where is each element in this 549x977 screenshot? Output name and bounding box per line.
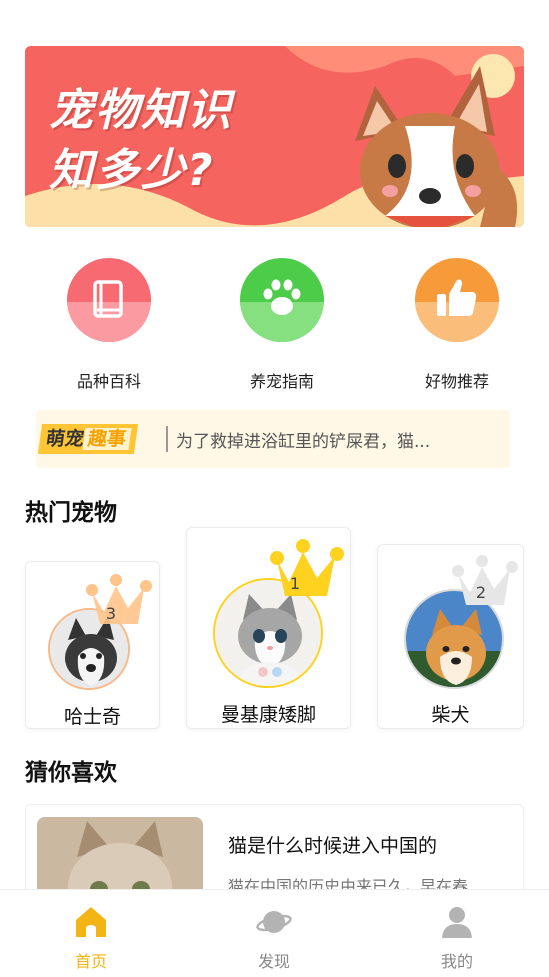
- category-label: 品种百科: [76, 372, 141, 391]
- pet-rank: 1: [289, 574, 301, 593]
- pet-rank: 3: [105, 604, 117, 623]
- category-icon-circle: [415, 258, 499, 342]
- section-title-hot-pets: 热门宠物: [25, 493, 133, 527]
- pet-card-munchkin[interactable]: 1 曼基康矮脚: [186, 527, 351, 729]
- pet-card-husky[interactable]: 3 哈士奇: [25, 561, 160, 729]
- bottom-tab-bar: 首页 发现 我的: [0, 889, 549, 977]
- paw-icon: [263, 279, 301, 315]
- notice-tag-part2: 趣事: [82, 428, 132, 450]
- book-icon: [93, 280, 123, 318]
- section-title-guess: 猜你喜欢: [25, 753, 133, 787]
- category-icon-circle: [67, 258, 151, 342]
- crown-bronze-icon: [86, 574, 152, 624]
- notice-tag-part1: 萌宠: [44, 428, 86, 450]
- home-icon: [76, 907, 106, 937]
- article-title: 猫是什么时候进入中国的: [228, 835, 438, 857]
- tab-label: 我的: [440, 952, 473, 971]
- planet-icon: [256, 911, 292, 933]
- banner-title-line1: 宠物知识: [49, 85, 233, 136]
- notice-text: 为了救掉进浴缸里的铲屎君，猫...: [176, 432, 431, 452]
- notice-tag: 萌宠趣事: [37, 424, 139, 454]
- banner[interactable]: 宠物知识 知多少?: [25, 46, 524, 227]
- thumbs-up-icon: [437, 279, 477, 316]
- notice-divider: [166, 426, 168, 452]
- notice-bar[interactable]: 萌宠趣事 为了救掉进浴缸里的铲屎君，猫...: [36, 410, 510, 468]
- tab-mine[interactable]: 我的: [412, 904, 502, 972]
- crown-gold-icon: [270, 539, 344, 596]
- user-icon: [442, 907, 472, 938]
- category-icon-circle: [240, 258, 324, 342]
- category-label: 养宠指南: [249, 372, 314, 391]
- pet-card-shiba[interactable]: 2 柴犬: [377, 544, 524, 729]
- banner-title-line2: 知多少?: [49, 145, 215, 196]
- tab-label: 发现: [257, 952, 290, 971]
- category-breed-encyclopedia[interactable]: 品种百科: [54, 258, 164, 392]
- category-pet-guide[interactable]: 养宠指南: [227, 258, 337, 392]
- tab-discover[interactable]: 发现: [229, 904, 319, 972]
- tab-home[interactable]: 首页: [46, 904, 136, 972]
- category-label: 好物推荐: [424, 372, 489, 391]
- pet-name: 哈士奇: [63, 706, 121, 728]
- pet-rank: 2: [475, 583, 487, 602]
- pet-name: 柴犬: [431, 704, 470, 726]
- tab-label: 首页: [74, 952, 107, 971]
- pet-name: 曼基康矮脚: [220, 704, 316, 726]
- category-good-products[interactable]: 好物推荐: [402, 258, 512, 392]
